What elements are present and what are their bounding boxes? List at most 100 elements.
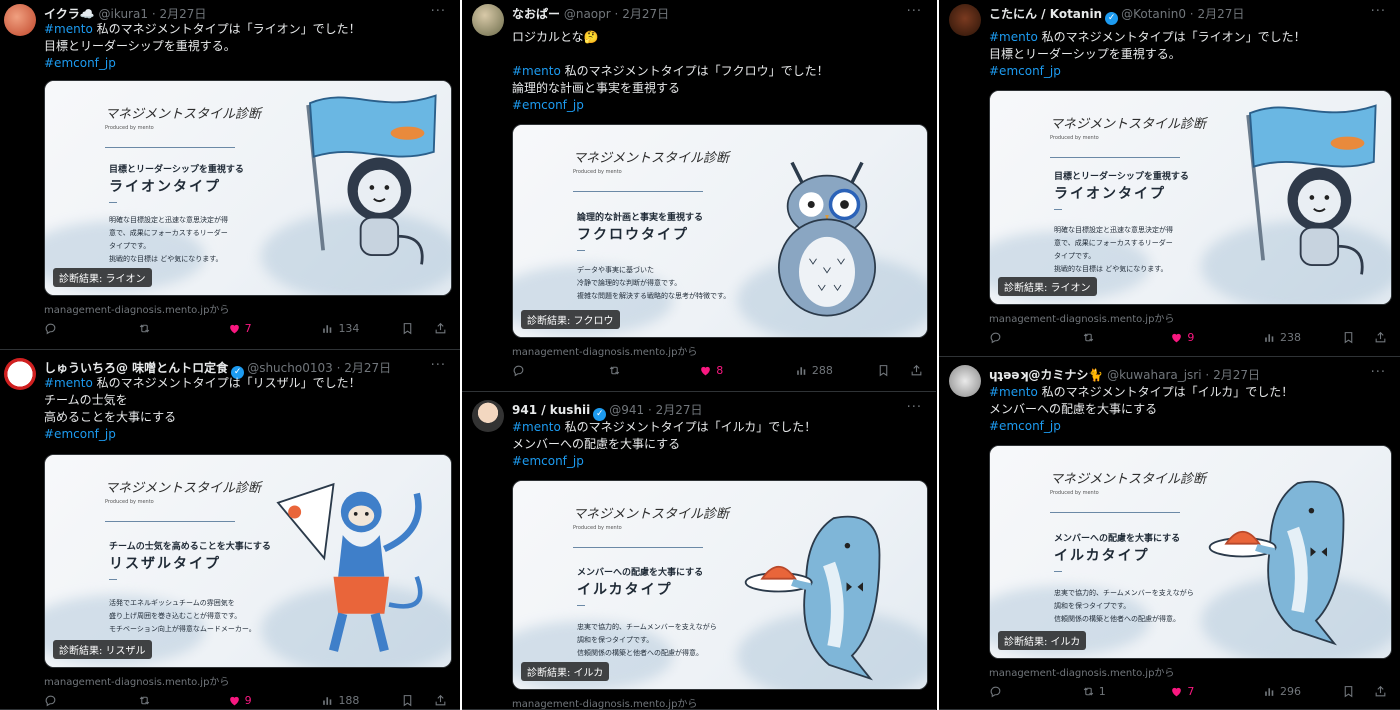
reply-button[interactable] [989,331,1006,344]
more-options-icon[interactable]: ··· [907,4,922,19]
hashtag-link[interactable]: #mento [512,420,561,434]
display-name[interactable]: ɥʇǝǝʞ@カミナシ🐈 [989,368,1103,382]
hashtag-link[interactable]: #emconf_jp [989,419,1061,433]
timestamp[interactable]: 2月27日 [159,7,206,21]
card-source-link[interactable]: management-diagnosis.mento.jpから [44,673,229,688]
like-button[interactable]: 8 [699,364,723,377]
avatar[interactable] [4,358,36,390]
tweet[interactable]: イクラ☁️ @ikura1 · 2月27日 ··· #mento 私のマネジメントタ… [0,0,460,350]
views-button[interactable]: 188 [321,694,359,707]
hashtag-link[interactable]: #mento [512,64,561,78]
tweet-text: #mento 私のマネジメントタイプは「イルカ」でした！ メンバーへの配慮を大事に… [989,384,1293,435]
hashtag-link[interactable]: #emconf_jp [44,56,116,70]
card-source-link[interactable]: management-diagnosis.mento.jpから [512,695,697,710]
card-source-link[interactable]: management-diagnosis.mento.jpから [989,310,1174,325]
display-name[interactable]: イクラ☁️ [44,7,95,21]
card-subtitle: 目標とリーダーシップを重視する [109,165,244,175]
link-preview-card[interactable]: マネジメントスタイル診断 Produced by mento メンバーへの配慮を大事… [512,480,928,690]
handle[interactable]: @ikura1 [99,7,148,21]
handle[interactable]: @941 [609,403,644,417]
card-source-link[interactable]: management-diagnosis.mento.jpから [512,343,697,358]
views-button[interactable]: 296 [1263,685,1301,698]
timestamp[interactable]: 2月27日 [656,403,703,417]
hashtag-link[interactable]: #mento [989,30,1038,44]
more-options-icon[interactable]: ··· [907,400,922,415]
tweet[interactable]: ɥʇǝǝʞ@カミナシ🐈 @kuwahara_jsri · 2月27日 ··· #me… [939,357,1400,710]
like-button[interactable]: 7 [228,322,252,335]
tweet[interactable]: なおぱー @naopr · 2月27日 ··· ロジカルとな🤔 #mento 私のマネ… [462,0,936,392]
link-preview-card[interactable]: マネジメントスタイル診断 Produced by mento 論理的な計画と事実を重… [512,124,928,338]
more-options-icon[interactable]: ··· [431,358,446,373]
share-button[interactable] [910,364,923,377]
hashtag-link[interactable]: #mento [989,385,1038,399]
avatar[interactable] [472,400,504,432]
link-preview-card[interactable]: マネジメントスタイル診断 Produced by mento 目標とリーダーシップを… [989,90,1392,305]
like-button[interactable]: 9 [228,694,252,707]
hashtag-link[interactable]: #emconf_jp [512,98,584,112]
bookmark-button[interactable] [877,364,890,377]
bookmark-button[interactable] [401,322,414,335]
share-button[interactable] [434,322,447,335]
retweet-button[interactable] [138,322,155,335]
tweet-actions: 9 238 [989,331,1392,347]
display-name[interactable]: 941 / kushii [512,403,590,417]
card-subtitle: 目標とリーダーシップを重視する [1054,172,1189,182]
retweet-button[interactable]: 1 [1082,685,1106,698]
handle[interactable]: @naopr [564,7,611,21]
reply-button[interactable] [44,694,61,707]
timestamp[interactable]: 2月27日 [622,7,669,21]
link-preview-card[interactable]: マネジメントスタイル診断 Produced by mento メンバーへの配慮を大事… [989,445,1392,659]
display-name[interactable]: こたにん / Kotanin [989,7,1102,21]
card-description-line: 意で、成果にフォーカスするリーダー [1054,239,1173,247]
tweet[interactable]: しゅういちろ@ 味噌とんトロ定食 ✓ @shucho0103 · 2月27日 ··· #… [0,350,460,710]
timestamp[interactable]: 2月27日 [1197,7,1244,21]
tweet[interactable]: こたにん / Kotanin ✓ @Kotanin0 · 2月27日 ··· #ment… [939,0,1400,357]
text-segment: 目標とリーダーシップを重視する。 [989,47,1181,61]
views-button[interactable]: 134 [321,322,359,335]
tweet[interactable]: 941 / kushii ✓ @941 · 2月27日 ··· #mento 私のマネジ… [462,392,936,710]
handle[interactable]: @shucho0103 [247,361,333,375]
avatar[interactable] [472,4,504,36]
more-options-icon[interactable]: ··· [431,4,446,19]
views-button[interactable]: 288 [795,364,833,377]
reply-button[interactable] [989,685,1006,698]
more-options-icon[interactable]: ··· [1371,365,1386,380]
like-button[interactable]: 9 [1170,331,1194,344]
views-button[interactable]: 238 [1263,331,1301,344]
handle[interactable]: @Kotanin0 [1121,7,1186,21]
bookmark-button[interactable] [1342,331,1355,344]
display-name[interactable]: しゅういちろ@ 味噌とんトロ定食 [44,361,228,375]
like-button[interactable]: 7 [1170,685,1194,698]
retweet-button[interactable] [1082,331,1099,344]
timestamp[interactable]: 2月27日 [1213,368,1260,382]
bookmark-button[interactable] [1342,685,1355,698]
avatar[interactable] [949,365,981,397]
card-source-link[interactable]: management-diagnosis.mento.jpから [44,301,229,316]
avatar[interactable] [949,4,981,36]
share-button[interactable] [1374,685,1387,698]
display-name[interactable]: なおぱー [512,7,560,21]
timestamp[interactable]: 2月27日 [344,361,391,375]
hashtag-link[interactable]: #emconf_jp [512,454,584,468]
link-preview-card[interactable]: マネジメントスタイル診断 Produced by mento 目標とリーダーシップを… [44,80,452,296]
hashtag-link[interactable]: #mento [44,376,93,390]
handle[interactable]: @kuwahara_jsri [1107,368,1201,382]
avatar[interactable] [4,4,36,36]
more-options-icon[interactable]: ··· [1371,4,1386,19]
retweet-button[interactable] [608,364,625,377]
card-description-line: 明確な目標設定と迅速な意思決定が得 [109,216,228,224]
share-button[interactable] [1374,331,1387,344]
reply-button[interactable] [44,322,61,335]
hashtag-link[interactable]: #emconf_jp [44,427,116,441]
card-source-link[interactable]: management-diagnosis.mento.jpから [989,664,1174,679]
reply-button[interactable] [512,364,529,377]
heart-icon [1170,685,1183,698]
bookmark-button[interactable] [401,694,414,707]
retweet-button[interactable] [138,694,155,707]
hashtag-link[interactable]: #emconf_jp [989,64,1061,78]
card-description-line: タイプです。 [109,242,151,250]
retweet-count: 1 [1098,685,1106,698]
hashtag-link[interactable]: #mento [44,22,93,36]
share-button[interactable] [434,694,447,707]
link-preview-card[interactable]: マネジメントスタイル診断 Produced by mento チームの士気を高めるこ… [44,454,452,668]
